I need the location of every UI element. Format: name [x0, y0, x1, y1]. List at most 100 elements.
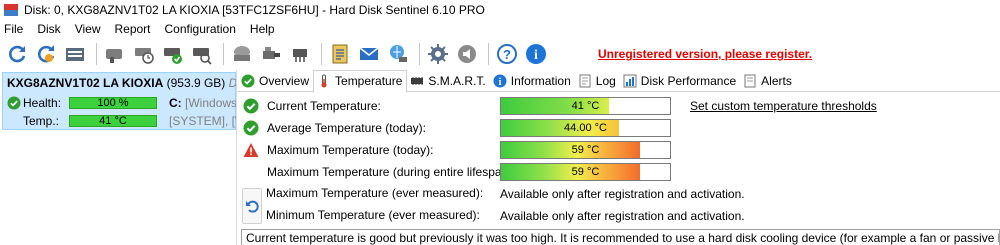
svg-text:?: ? [503, 47, 511, 62]
menu-configuration[interactable]: Configuration [165, 22, 236, 36]
refresh-all-icon[interactable] [33, 41, 59, 67]
disk-list-panel: KXG8AZNV1T02 LA KIOXIA (953.9 GB) Disk H… [0, 70, 237, 245]
help-icon[interactable]: ? [494, 41, 520, 67]
min-ever-row: Minimum Temperature (ever measured): [266, 205, 480, 225]
health-drives: C: [Windows], [169, 96, 237, 110]
menu-view[interactable]: View [75, 22, 101, 36]
max-life-value: 59 °C [571, 166, 600, 178]
disk-gray-icon[interactable] [229, 41, 255, 67]
disk-list-item[interactable]: KXG8AZNV1T02 LA KIOXIA (953.9 GB) Disk H… [2, 72, 236, 130]
drive-label: [Windows], [185, 96, 237, 110]
refresh-icon[interactable] [4, 41, 30, 67]
health-row: Health: 100 % C: [Windows], [7, 95, 237, 111]
max-today-label: Maximum Temperature (today): [267, 143, 434, 157]
average-temp-row: Average Temperature (today): [243, 118, 426, 138]
max-today-value: 59 °C [571, 144, 600, 156]
disk-shredder-icon[interactable] [287, 41, 313, 67]
drive-letter: C: [169, 96, 182, 110]
tab-disk-performance[interactable]: Disk Performance [620, 70, 740, 92]
disk-model: KXG8AZNV1T02 LA KIOXIA [7, 76, 164, 90]
email-icon[interactable] [356, 41, 382, 67]
max-ever-label: Maximum Temperature (ever measured): [266, 186, 484, 200]
disk-search-icon[interactable] [189, 41, 215, 67]
tab-log[interactable]: Log [575, 70, 620, 92]
max-today-row: Maximum Temperature (today): [243, 140, 434, 160]
tab-alerts[interactable]: Alerts [740, 70, 796, 92]
tab-temperature[interactable]: Temperature [313, 69, 408, 93]
alert-icon [743, 74, 757, 88]
toolbar: ? i Unregistered version, please registe… [0, 38, 1000, 70]
temp-label: Temp.: [23, 114, 60, 128]
disk-size: (953.9 GB) [166, 76, 226, 90]
tab-label: Overview [259, 73, 310, 88]
sound-icon[interactable] [454, 41, 480, 67]
network-icon[interactable] [385, 41, 411, 67]
temp-drives: [SYSTEM], [WinR [169, 114, 236, 128]
menu-report[interactable]: Report [114, 22, 150, 36]
temp-bar: 41 °C [69, 115, 157, 127]
chip-icon [410, 74, 424, 88]
unregistered-link[interactable]: Unregistered version, please register. [598, 47, 812, 61]
settings-icon[interactable] [425, 41, 451, 67]
disk-check-icon[interactable] [160, 41, 186, 67]
svg-text:i: i [498, 77, 501, 88]
temp-row: Temp.: 41 °C [SYSTEM], [WinR [7, 113, 236, 129]
tab-smart[interactable]: S.M.A.R.T. [407, 70, 489, 92]
max-ever-value: Available only after registration and ac… [500, 187, 745, 201]
min-ever-label: Minimum Temperature (ever measured): [266, 208, 480, 222]
window-title: Disk: 0, KXG8AZNV1T02 LA KIOXIA [53TFC1Z… [24, 3, 485, 17]
disk-connect-icon[interactable] [258, 41, 284, 67]
menu-disk[interactable]: Disk [37, 22, 60, 36]
min-ever-value: Available only after registration and ac… [500, 209, 745, 223]
disk-timer-icon[interactable] [131, 41, 157, 67]
undo-icon [246, 200, 259, 213]
ok-icon [243, 120, 259, 136]
tab-label: Log [595, 73, 616, 88]
warning-icon [243, 142, 259, 158]
tab-overview[interactable]: Overview [238, 70, 313, 92]
tab-label: Alerts [761, 73, 792, 88]
toolbar-separator [96, 43, 97, 65]
tab-information[interactable]: i Information [490, 70, 575, 92]
health-ok-icon [7, 96, 21, 110]
set-thresholds-link[interactable]: Set custom temperature thresholds [690, 99, 877, 113]
log-icon [578, 74, 592, 88]
tab-bar: Overview Temperature S.M.A.R.T. i Inform… [238, 69, 1000, 93]
current-temp-label: Current Temperature: [267, 99, 381, 113]
toolbar-separator [488, 43, 489, 65]
title-bar: Disk: 0, KXG8AZNV1T02 LA KIOXIA [53TFC1Z… [0, 0, 1000, 20]
check-icon [241, 74, 255, 88]
tab-label: Temperature [335, 74, 403, 88]
disk-test-icon[interactable] [102, 41, 128, 67]
reset-max-button[interactable] [242, 188, 262, 224]
current-temp-value: 41 °C [571, 100, 600, 112]
current-temp-bar: 41 °C [500, 97, 671, 115]
menu-file[interactable]: File [4, 22, 23, 36]
health-label: Health: [23, 96, 62, 110]
max-today-bar: 59 °C [500, 141, 671, 159]
info-icon: i [493, 74, 507, 88]
menu-bar: File Disk View Report Configuration Help [0, 20, 1000, 38]
report-icon[interactable] [327, 41, 353, 67]
temperature-message: Current temperature is good but previous… [241, 229, 1000, 245]
info-icon[interactable]: i [523, 41, 549, 67]
average-temp-label: Average Temperature (today): [267, 121, 426, 135]
max-life-label: Maximum Temperature (during entire lifes… [267, 165, 516, 179]
disk-info-icon[interactable] [62, 41, 88, 67]
average-temp-value: 44.00 °C [564, 122, 607, 134]
average-temp-bar: 44.00 °C [500, 119, 671, 137]
thermometer-icon [317, 74, 331, 88]
svg-text:i: i [534, 48, 538, 63]
ok-icon [243, 98, 259, 114]
disk-name-line: KXG8AZNV1T02 LA KIOXIA (953.9 GB) Disk [7, 76, 236, 90]
toolbar-separator [321, 43, 322, 65]
tab-label: Information [510, 73, 571, 88]
menu-help[interactable]: Help [250, 22, 275, 36]
toolbar-separator [419, 43, 420, 65]
toolbar-separator [223, 43, 224, 65]
tab-label: S.M.A.R.T. [428, 73, 486, 88]
max-ever-row: Maximum Temperature (ever measured): [266, 183, 483, 203]
app-logo-icon [4, 4, 18, 16]
max-life-bar: 59 °C [500, 163, 671, 181]
current-temp-row: Current Temperature: [243, 96, 381, 116]
